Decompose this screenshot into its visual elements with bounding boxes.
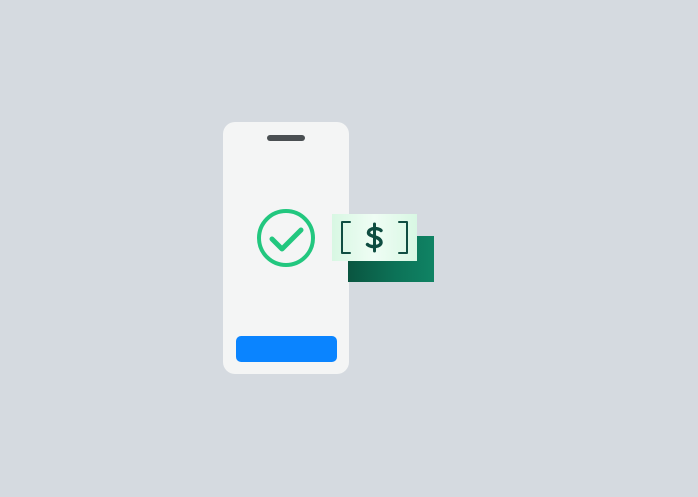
check-circle-icon (257, 209, 315, 267)
phone (223, 122, 349, 374)
payment-success-illustration (0, 0, 698, 497)
phone-speaker (267, 135, 305, 141)
dollar-icon (341, 221, 408, 254)
money-bill-front (332, 214, 417, 261)
phone-action-button[interactable] (236, 336, 337, 362)
